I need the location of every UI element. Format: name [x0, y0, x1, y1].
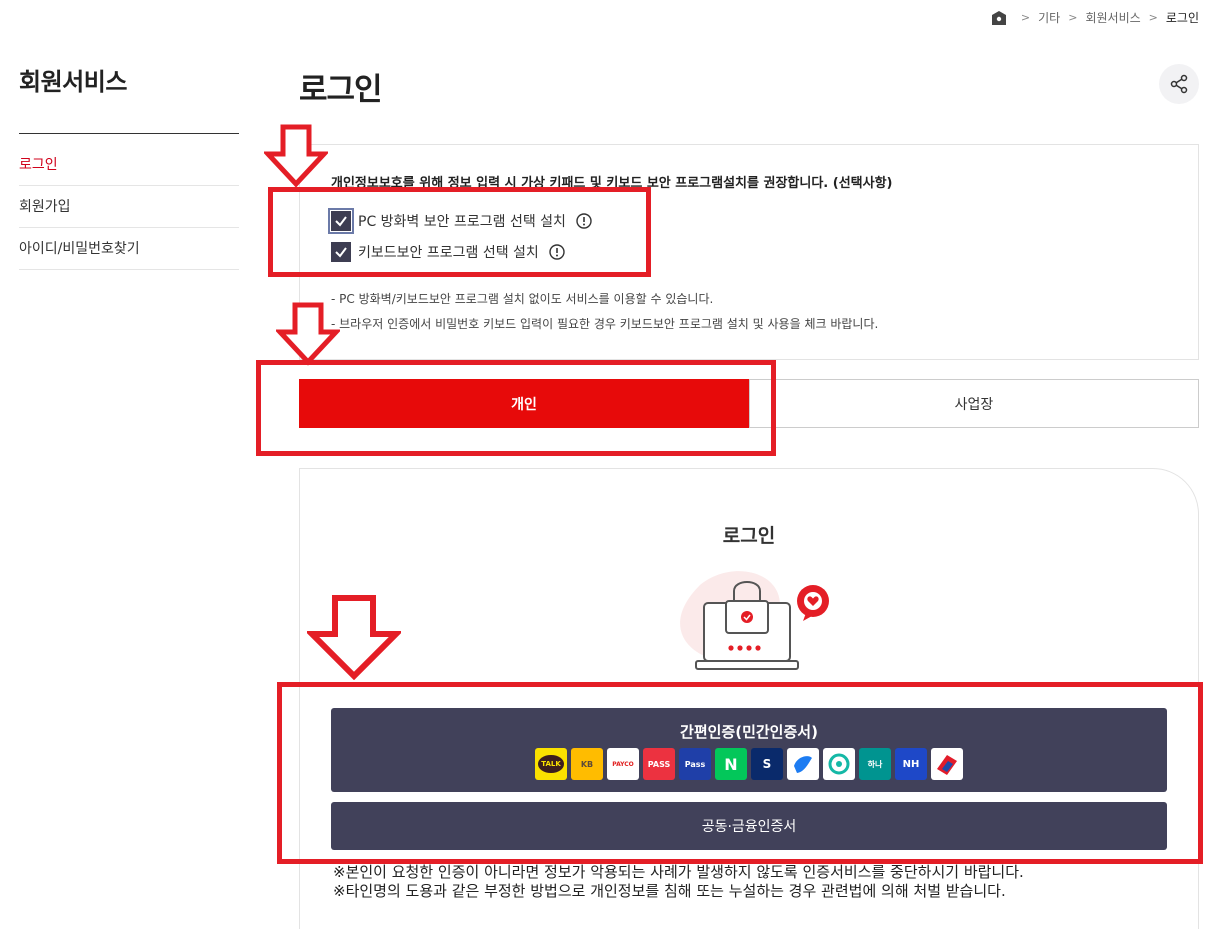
sidebar: 회원서비스 로그인 회원가입 아이디/비밀번호찾기: [19, 62, 239, 270]
annotation-arrow-down-icon: [276, 302, 340, 366]
chevron-right-icon: >: [1068, 11, 1078, 24]
breadcrumb: > 기타 > 회원서비스 > 로그인: [991, 9, 1199, 26]
chevron-right-icon: >: [1020, 11, 1031, 24]
login-card-title: 로그인: [722, 525, 776, 547]
breadcrumb-item-current: 로그인: [1165, 11, 1199, 25]
breadcrumb-item-member[interactable]: 회원서비스: [1085, 9, 1140, 26]
chevron-right-icon: >: [1148, 11, 1158, 24]
annotation-box-checkboxes: [268, 187, 651, 277]
annotation-box-auth-buttons: [277, 682, 1203, 864]
sidebar-item-find-account[interactable]: 아이디/비밀번호찾기: [19, 228, 239, 270]
sidebar-item-signup[interactable]: 회원가입: [19, 186, 239, 228]
breadcrumb-item-etc[interactable]: 기타: [1038, 9, 1060, 26]
warning-text-1: ※본인이 요청한 인증이 아니라면 정보가 악용되는 사례가 발생하지 않도록 …: [333, 863, 1024, 881]
share-icon: [1170, 74, 1188, 94]
annotation-arrow-down-icon: [264, 124, 328, 188]
annotation-arrow-down-icon: [307, 595, 401, 680]
warning-text-2: ※타인명의 도용과 같은 부정한 방법으로 개인정보를 침해 또는 누설하는 경…: [333, 882, 1006, 900]
annotation-box-tabs: [256, 360, 776, 456]
sidebar-title: 회원서비스: [19, 62, 239, 134]
home-icon[interactable]: [991, 10, 1007, 26]
security-description-1: - PC 방화벽/키보드보안 프로그램 설치 없이도 서비스를 이용할 수 있습…: [331, 292, 714, 306]
share-button[interactable]: [1159, 64, 1199, 104]
laptop-lock-illustration: [680, 571, 829, 670]
tab-business[interactable]: 사업장: [749, 379, 1199, 428]
sidebar-item-login[interactable]: 로그인: [19, 144, 239, 186]
page-title: 로그인: [299, 72, 383, 108]
security-description-2: - 브라우저 인증에서 비밀번호 키보드 입력이 필요한 경우 키보드보안 프로…: [331, 317, 879, 331]
